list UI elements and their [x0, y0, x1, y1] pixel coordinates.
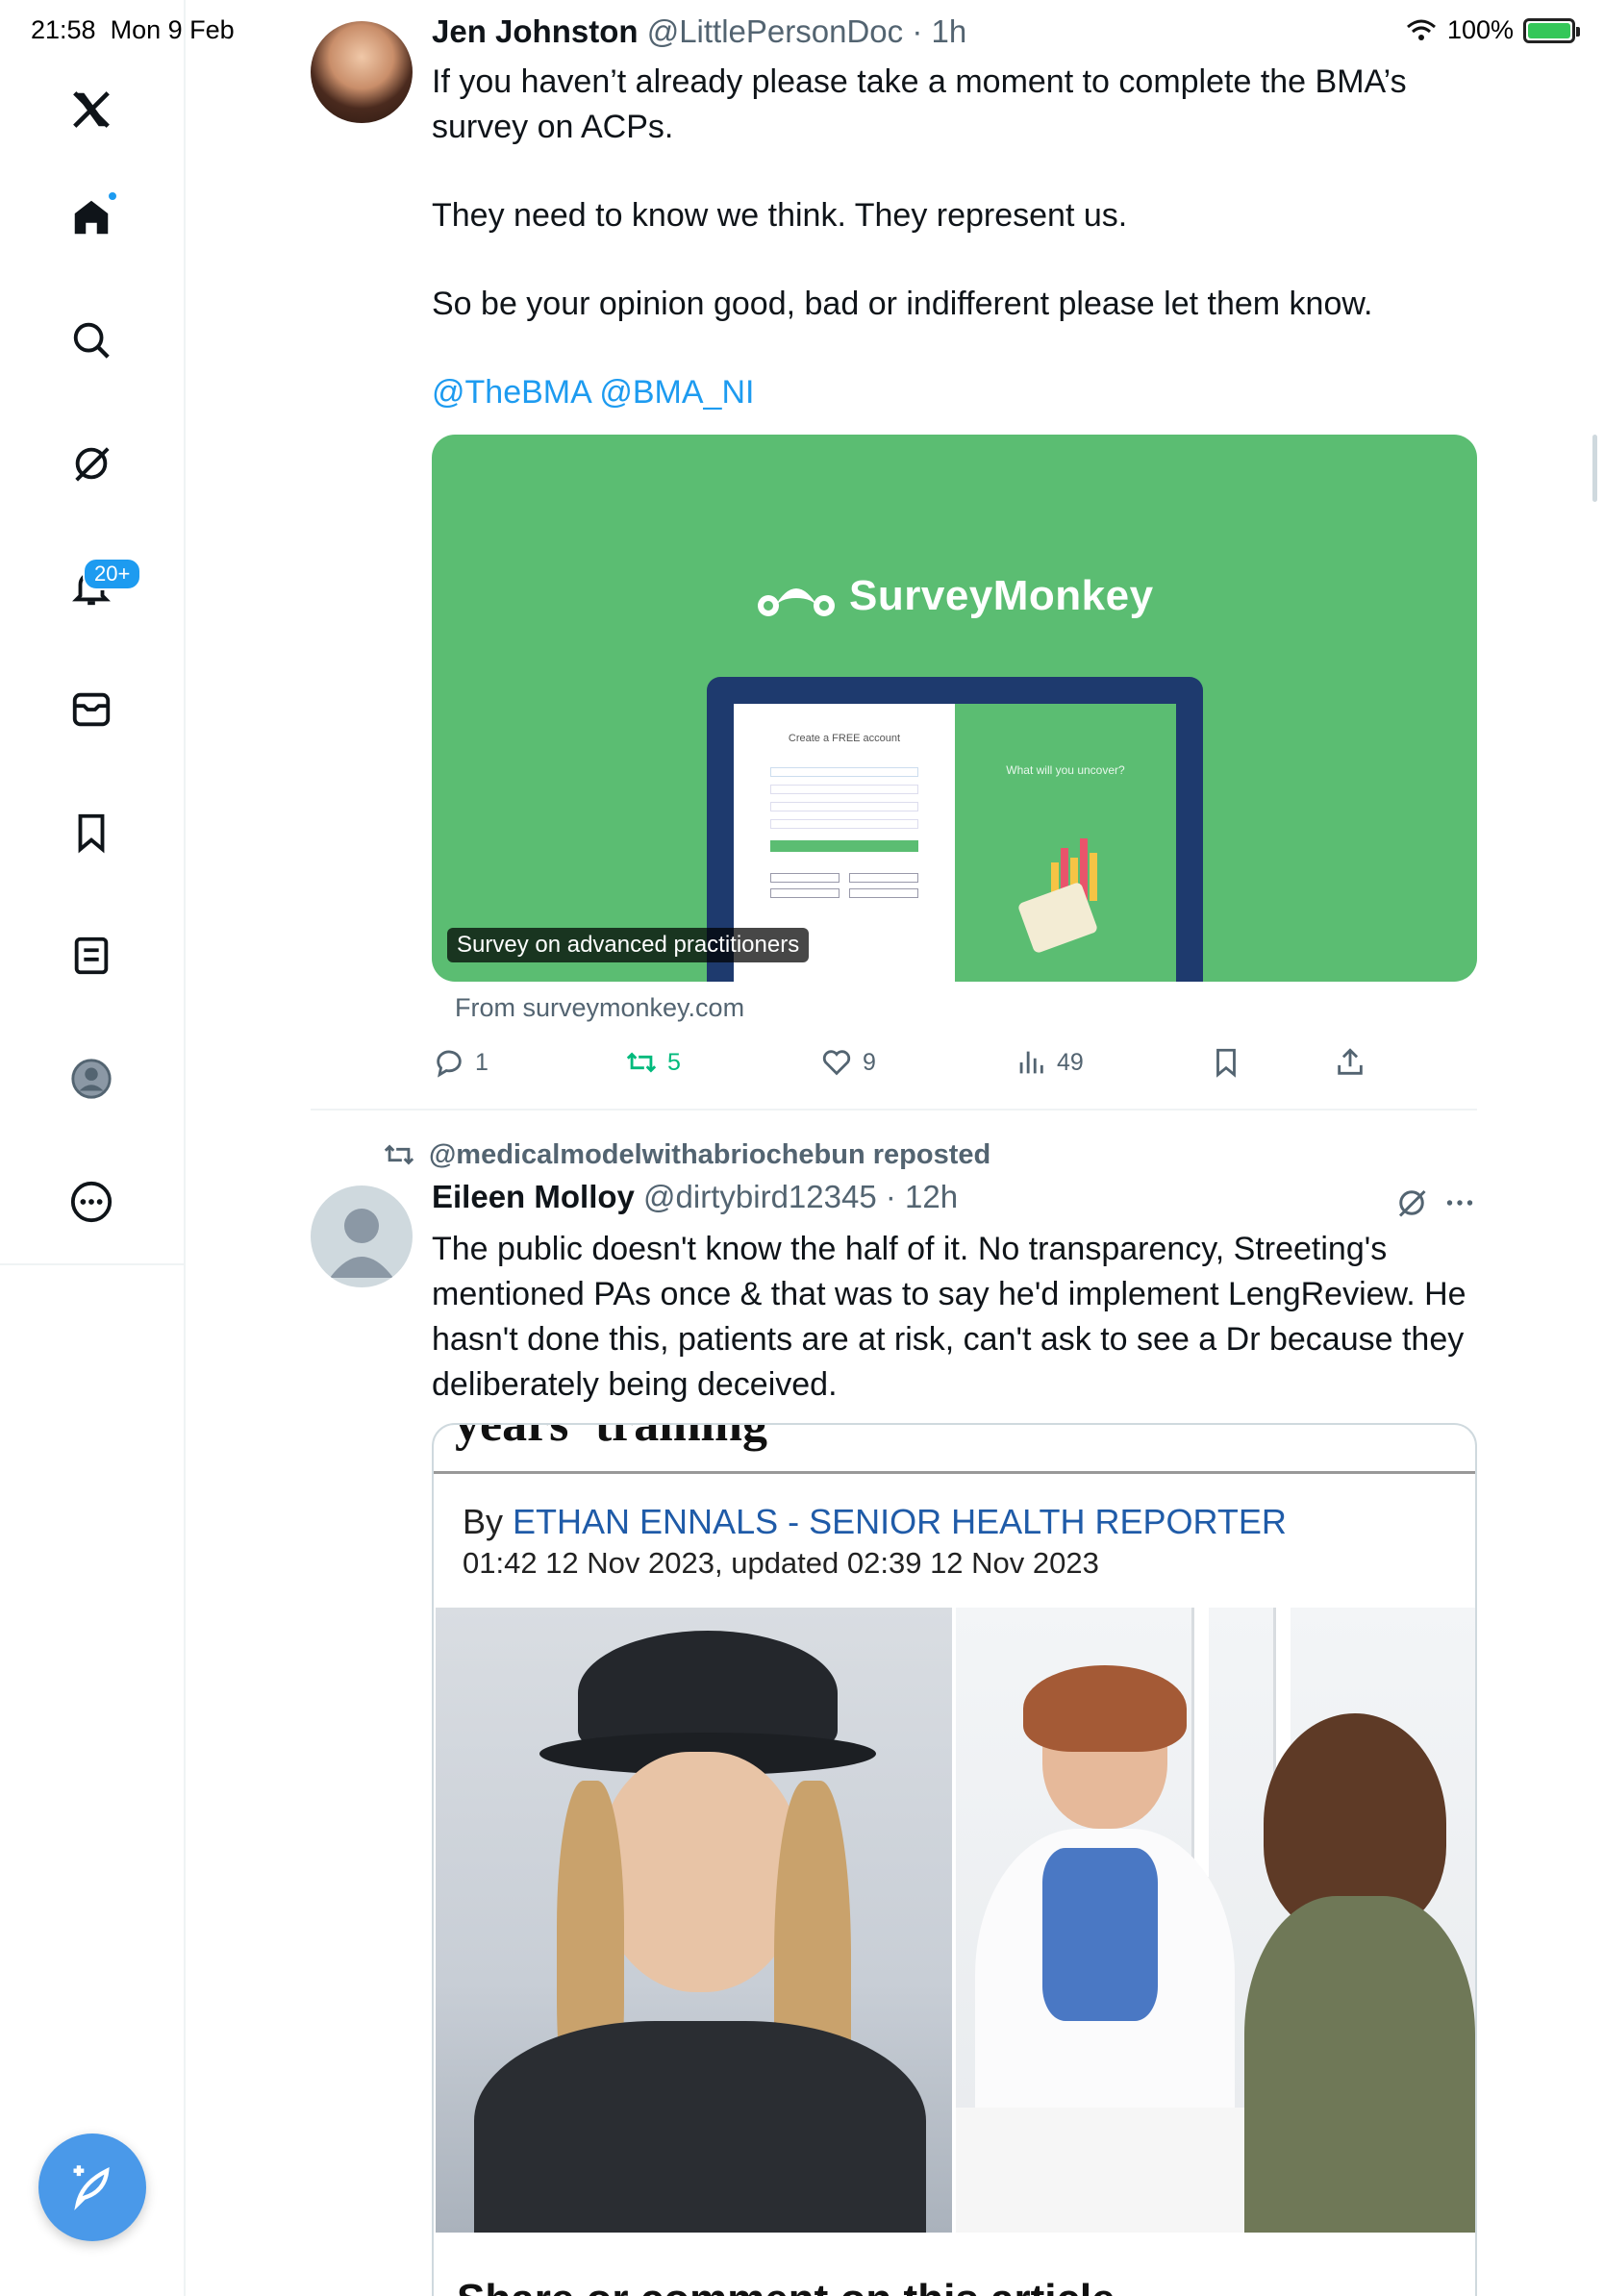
screen-right-text: What will you uncover? — [1006, 763, 1125, 777]
status-indicators: 100% — [1405, 15, 1580, 45]
article-author: ETHAN ENNALS - SENIOR HEALTH REPORTER — [513, 1502, 1287, 1541]
views-button[interactable]: 49 — [1015, 1046, 1084, 1079]
more-options-icon[interactable] — [61, 1171, 122, 1233]
article-clipped-headline: years' training — [455, 1423, 767, 1452]
battery-icon — [1523, 17, 1580, 43]
tweet1-link-card[interactable]: SurveyMonkey Create a FREE account What … — [432, 435, 1477, 982]
tweet1-text-p1: If you haven’t already please take a mom… — [432, 63, 1407, 145]
avatar-jen-johnston[interactable] — [311, 21, 413, 123]
card-caption: Survey on advanced practitioners — [447, 928, 810, 962]
tweet1-time[interactable]: 1h — [931, 13, 966, 49]
share-button[interactable] — [1334, 1046, 1366, 1079]
tweet1-handle[interactable]: @LittlePersonDoc — [647, 13, 903, 49]
article-by: By — [463, 1502, 504, 1541]
tweet2-header: Eileen Molloy @dirtybird12345 · 12h — [432, 1179, 959, 1214]
repost-context[interactable]: @medicalmodelwithabriochebun reposted — [383, 1138, 990, 1171]
like-button[interactable]: 9 — [820, 1046, 876, 1079]
wifi-icon — [1406, 19, 1436, 40]
notifications-badge: 20+ — [83, 558, 142, 590]
article-bottom-clipped: Share or comment on this article — [457, 2276, 1115, 2296]
sidebar: 20+ — [0, 0, 186, 2296]
repost-context-icon — [384, 1144, 414, 1165]
grok-icon[interactable] — [61, 433, 122, 494]
compose-feather-icon — [73, 2165, 110, 2210]
repost-count: 5 — [667, 1048, 681, 1076]
bookmarks-icon[interactable] — [61, 802, 122, 863]
bookmark-button[interactable] — [1210, 1046, 1242, 1079]
home-icon[interactable] — [61, 187, 122, 248]
tweet2-time[interactable]: 12h — [905, 1179, 958, 1214]
heart-icon — [822, 1050, 851, 1076]
search-icon[interactable] — [61, 310, 122, 371]
like-count: 9 — [863, 1048, 876, 1076]
compose-post-button[interactable] — [38, 2134, 146, 2241]
article-rule — [434, 1471, 1475, 1474]
tweet1-mentions[interactable]: @TheBMA @BMA_NI — [432, 370, 1480, 415]
tweet2-more-icon[interactable] — [1442, 1185, 1477, 1220]
article-photo-right — [956, 1608, 1475, 2233]
card-source[interactable]: From surveymonkey.com — [455, 993, 744, 1023]
tweet-divider — [311, 1109, 1477, 1111]
battery-percent: 100% — [1446, 15, 1514, 44]
bookmark-icon — [1216, 1048, 1236, 1078]
share-icon — [1338, 1048, 1363, 1075]
x-logo-icon[interactable] — [61, 79, 122, 140]
tweet1-author-name[interactable]: Jen Johnston — [432, 13, 639, 49]
article-dateline: 01:42 12 Nov 2023, updated 02:39 12 Nov … — [463, 1546, 1099, 1580]
tweet2-image-card[interactable]: years' training By ETHAN ENNALS - SENIOR… — [432, 1423, 1477, 2296]
surveymonkey-logo-icon — [758, 588, 835, 616]
tweet2-author-name[interactable]: Eileen Molloy — [432, 1179, 635, 1214]
repost-button[interactable]: 5 — [625, 1046, 681, 1079]
home-unread-dot — [107, 190, 118, 202]
tweet2-handle[interactable]: @dirtybird12345 — [643, 1179, 877, 1214]
tweet1-text-p2: They need to know we think. They represe… — [432, 197, 1128, 234]
surveymonkey-logo: SurveyMonkey — [755, 569, 1154, 623]
sidebar-divider — [0, 1263, 186, 1265]
surveymonkey-brand: SurveyMonkey — [849, 572, 1154, 619]
reply-button[interactable]: 1 — [433, 1046, 489, 1079]
screen-heading: Create a FREE account — [788, 733, 901, 744]
reply-count: 1 — [475, 1048, 489, 1076]
grok-explain-icon[interactable] — [1394, 1185, 1429, 1220]
article-photo-left — [436, 1608, 952, 2233]
repost-icon — [626, 1052, 657, 1073]
reply-icon — [437, 1050, 462, 1078]
tweet1-body: If you haven’t already please take a mom… — [432, 60, 1480, 415]
repost-context-label: @medicalmodelwithabriochebun reposted — [429, 1138, 991, 1170]
scrollbar[interactable] — [1592, 435, 1597, 502]
article-byline: By ETHAN ENNALS - SENIOR HEALTH REPORTER — [463, 1502, 1287, 1542]
tweet2-text: The public doesn't know the half of it. … — [432, 1231, 1466, 1403]
tweet1-text-p3: So be your opinion good, bad or indiffer… — [432, 286, 1373, 322]
avatar-eileen-molloy[interactable] — [311, 1185, 413, 1287]
tweet1-header: Jen Johnston @LittlePersonDoc · 1h — [432, 13, 967, 49]
messages-icon[interactable] — [61, 679, 122, 740]
lists-icon[interactable] — [61, 925, 122, 986]
views-icon — [1019, 1051, 1043, 1074]
profile-icon[interactable] — [61, 1048, 122, 1110]
views-count: 49 — [1057, 1048, 1084, 1076]
